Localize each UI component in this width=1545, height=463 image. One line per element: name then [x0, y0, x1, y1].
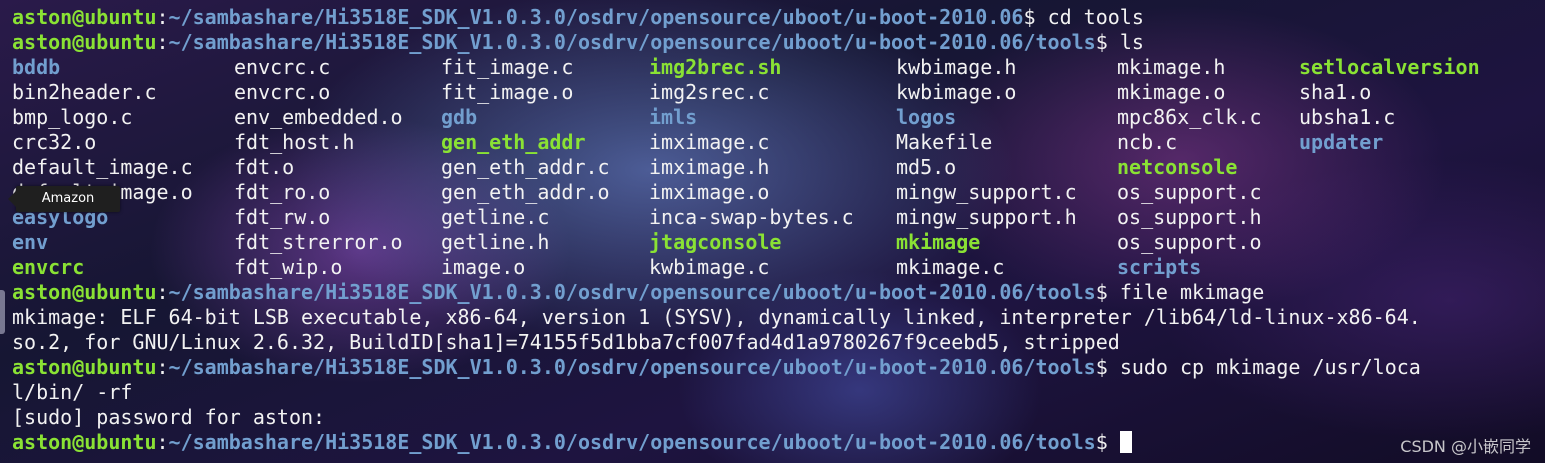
ls-entry: imximage.o	[649, 180, 770, 204]
file-output-line-2: so.2, for GNU/Linux 2.6.32, BuildID[sha1…	[12, 330, 1120, 354]
ls-entry: fit_image.c	[441, 55, 574, 79]
ls-entry: kwbimage.h	[896, 55, 1017, 79]
ls-entry: envcrc.o	[234, 80, 331, 104]
terminal-window[interactable]: aston@ubuntu:~/sambashare/Hi3518E_SDK_V1…	[0, 0, 1545, 463]
ls-entry: image.o	[441, 255, 526, 279]
dock-edge-handle[interactable]	[0, 290, 5, 334]
ls-entry: fdt_wip.o	[234, 255, 343, 279]
ls-entry: env_embedded.o	[234, 105, 403, 129]
ls-entry: sha1.o	[1299, 80, 1372, 104]
ls-entry: fdt_strerror.o	[234, 230, 403, 254]
command-wrap-line: l/bin/ -rf	[12, 380, 133, 404]
ls-entry: md5.o	[896, 155, 957, 179]
ls-entry: mingw_support.c	[896, 180, 1077, 204]
ls-entry: bin2header.c	[12, 80, 157, 104]
ls-entry: os_support.o	[1117, 230, 1262, 254]
ls-entry: updater	[1299, 130, 1384, 154]
watermark: CSDN @小嵌同学	[1400, 437, 1531, 456]
ls-entry: kwbimage.c	[649, 255, 770, 279]
ls-entry: imls	[649, 105, 698, 129]
prompt-separator: :	[156, 30, 169, 54]
prompt-path: ~/sambashare/Hi3518E_SDK_V1.0.3.0/osdrv/…	[168, 430, 1096, 454]
ls-entry: mingw_support.h	[896, 205, 1077, 229]
ls-entry: jtagconsole	[649, 230, 782, 254]
ls-entry: imximage.c	[649, 130, 770, 154]
prompt-line-ls: aston@ubuntu:~/sambashare/Hi3518E_SDK_V1…	[12, 30, 1144, 55]
ls-entry: imximage.h	[649, 155, 770, 179]
prompt-separator: :	[156, 430, 169, 454]
tooltip-amazon: Amazon	[8, 186, 120, 212]
ls-entry: Makefile	[896, 130, 993, 154]
ls-entry: getline.h	[441, 230, 550, 254]
prompt-path: ~/sambashare/Hi3518E_SDK_V1.0.3.0/osdrv/…	[168, 280, 1096, 304]
prompt-user-host: aston@ubuntu	[12, 5, 157, 29]
command-text: cd tools	[1047, 5, 1144, 29]
ls-entry: envcrc.c	[234, 55, 331, 79]
ls-entry: ncb.c	[1117, 130, 1178, 154]
command-text: file mkimage	[1119, 280, 1265, 304]
prompt-line-current[interactable]: aston@ubuntu:~/sambashare/Hi3518E_SDK_V1…	[12, 430, 1132, 455]
ls-entry: ubsha1.c	[1299, 105, 1396, 129]
prompt-user-host: aston@ubuntu	[12, 430, 157, 454]
prompt-symbol: $	[1095, 355, 1120, 379]
ls-entry: os_support.c	[1117, 180, 1262, 204]
ls-entry: bddb	[12, 55, 61, 79]
ls-entry: mpc86x_clk.c	[1117, 105, 1262, 129]
ls-entry: fdt.o	[234, 155, 295, 179]
ls-entry: fit_image.o	[441, 80, 574, 104]
prompt-path: ~/sambashare/Hi3518E_SDK_V1.0.3.0/osdrv/…	[168, 355, 1096, 379]
ls-entry: envcrc	[12, 255, 85, 279]
ls-entry: os_support.h	[1117, 205, 1262, 229]
ls-entry: kwbimage.o	[896, 80, 1017, 104]
ls-entry: crc32.o	[12, 130, 97, 154]
prompt-line-file: aston@ubuntu:~/sambashare/Hi3518E_SDK_V1…	[12, 280, 1264, 305]
command-text: ls	[1119, 30, 1144, 54]
ls-entry: netconsole	[1117, 155, 1238, 179]
prompt-separator: :	[156, 5, 169, 29]
ls-entry: gen_eth_addr	[441, 130, 586, 154]
prompt-separator: :	[156, 355, 169, 379]
ls-entry: mkimage.o	[1117, 80, 1226, 104]
text-cursor[interactable]	[1119, 431, 1132, 453]
ls-entry: mkimage.c	[896, 255, 1005, 279]
ls-entry: logos	[896, 105, 957, 129]
prompt-line-cd: aston@ubuntu:~/sambashare/Hi3518E_SDK_V1…	[12, 5, 1144, 30]
ls-entry: fdt_host.h	[234, 130, 355, 154]
ls-entry: bmp_logo.c	[12, 105, 133, 129]
ls-entry: gen_eth_addr.c	[441, 155, 610, 179]
prompt-symbol: $	[1095, 30, 1120, 54]
command-text: sudo cp mkimage /usr/loca	[1119, 355, 1421, 379]
prompt-path: ~/sambashare/Hi3518E_SDK_V1.0.3.0/osdrv/…	[168, 30, 1096, 54]
ls-entry: inca-swap-bytes.c	[649, 205, 854, 229]
prompt-symbol: $	[1023, 5, 1048, 29]
ls-entry: mkimage.h	[1117, 55, 1226, 79]
prompt-symbol: $	[1095, 280, 1120, 304]
ls-entry: mkimage	[896, 230, 981, 254]
ls-entry: gen_eth_addr.o	[441, 180, 610, 204]
sudo-password-prompt: [sudo] password for aston:	[12, 405, 326, 429]
prompt-user-host: aston@ubuntu	[12, 30, 157, 54]
ls-entry: fdt_ro.o	[234, 180, 331, 204]
prompt-separator: :	[156, 280, 169, 304]
ls-entry: default_image.c	[12, 155, 193, 179]
prompt-line-sudo: aston@ubuntu:~/sambashare/Hi3518E_SDK_V1…	[12, 355, 1421, 380]
prompt-symbol: $	[1095, 430, 1120, 454]
prompt-user-host: aston@ubuntu	[12, 280, 157, 304]
ls-entry: setlocalversion	[1299, 55, 1480, 79]
ls-entry: gdb	[441, 105, 478, 129]
ls-entry: getline.c	[441, 205, 550, 229]
ls-entry: fdt_rw.o	[234, 205, 331, 229]
ls-entry: img2brec.sh	[649, 55, 782, 79]
ls-entry: scripts	[1117, 255, 1202, 279]
ls-entry: img2srec.c	[649, 80, 770, 104]
ls-entry: env	[12, 230, 49, 254]
prompt-path: ~/sambashare/Hi3518E_SDK_V1.0.3.0/osdrv/…	[168, 5, 1024, 29]
file-output-line-1: mkimage: ELF 64-bit LSB executable, x86-…	[12, 305, 1421, 329]
prompt-user-host: aston@ubuntu	[12, 355, 157, 379]
